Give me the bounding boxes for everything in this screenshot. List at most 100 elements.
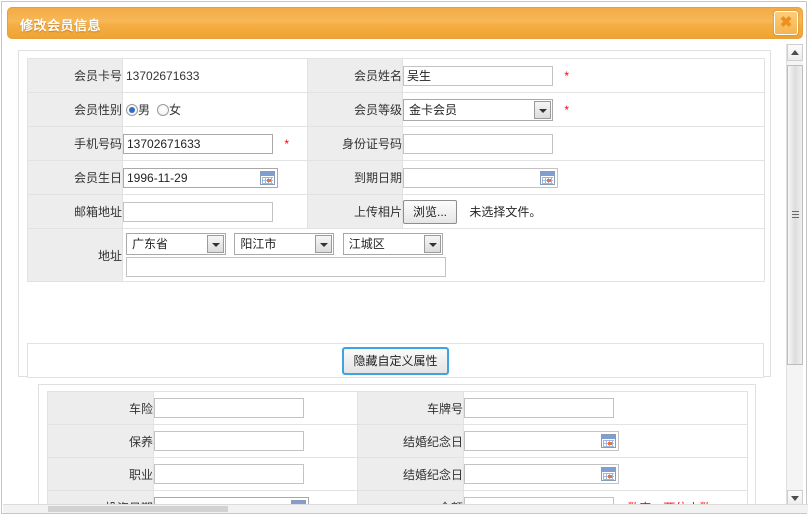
expiry-date-input[interactable] [403,167,558,188]
toggle-custom-attrs-row: 隐藏自定义属性 [27,343,764,378]
table-row: 会员生日 到期日期 [27,160,765,195]
dialog-title: 修改会员信息 [20,18,102,33]
anniversary-1-datepicker[interactable] [464,431,619,451]
calendar-icon[interactable] [540,170,555,185]
dialog-content: 会员卡号 13702671633 会员姓名 * [7,44,803,507]
chevron-down-icon[interactable] [423,234,441,253]
anniversary-2-input[interactable] [464,464,619,484]
table-row: 手机号码 * 身份证号码 [27,126,765,161]
maintenance-input[interactable] [154,431,304,451]
close-button[interactable]: ✖ [774,11,798,35]
field-label-mobile: 手机号码 [27,126,123,161]
chevron-down-icon[interactable] [315,234,333,253]
field-label-member-name: 会员姓名 [307,58,403,93]
table-row: 地址 广东省 阳江市 江城区 [27,228,765,282]
province-select[interactable]: 广东省 [126,232,226,255]
custom-label-occupation: 职业 [47,457,154,491]
city-select[interactable]: 阳江市 [234,232,335,255]
field-label-address: 地址 [27,228,123,282]
occupation-input[interactable] [154,464,304,484]
scroll-up-button[interactable] [787,44,803,61]
custom-cell-maintenance [153,424,358,458]
field-label-id-card: 身份证号码 [307,126,403,161]
radio-male[interactable] [126,104,138,116]
horizontal-scrollbar[interactable] [3,504,808,513]
close-icon: ✖ [779,14,793,31]
field-cell-card-no: 13702671633 [122,58,308,93]
custom-cell-occupation [153,457,358,491]
custom-cell-anniversary-2 [463,457,748,491]
field-label-expiry-date: 到期日期 [307,160,403,195]
field-cell-member-level: 金卡会员 * [402,92,765,127]
custom-label-plate-no: 车牌号 [357,391,464,425]
anniversary-2-datepicker[interactable] [464,464,619,484]
radio-male-label[interactable]: 男 [138,103,150,117]
email-input[interactable] [123,201,273,222]
custom-cell-plate-no [463,391,748,425]
field-label-gender: 会员性别 [27,92,123,127]
table-row: 会员卡号 13702671633 会员姓名 * [27,58,765,93]
birthday-input[interactable] [123,167,278,188]
chevron-down-icon[interactable] [534,100,551,119]
gender-radio-group: 男女 [123,103,188,117]
plate-no-input[interactable] [464,398,614,418]
birthday-datepicker[interactable] [123,167,278,188]
required-marker: * [564,68,570,83]
file-status-text: 未选择文件。 [469,205,542,219]
custom-label-anniversary-2: 结婚纪念日 [357,457,464,491]
grip-icon [792,211,799,219]
district-select[interactable]: 江城区 [342,232,443,255]
caret-down-icon [791,496,799,501]
field-label-card-no: 会员卡号 [27,58,123,93]
screen: 修改会员信息 ✖ 会员卡号 13702671633 会员姓名 吴生 * 会员性别… [0,0,808,516]
scrollbar-thumb[interactable] [787,65,803,365]
field-label-birthday: 会员生日 [27,160,123,195]
anniversary-1-input[interactable] [464,431,619,451]
custom-attrs-table: 车险 车牌号 保养 结婚纪念日 职业 结婚纪念日 [47,391,748,507]
edit-member-dialog: 修改会员信息 ✖ 会员卡号 13702671633 会员姓名 吴生 * 会员性别… [1,1,808,514]
member-level-select[interactable]: 金卡会员 [403,98,553,121]
field-cell-upload-photo: 浏览... 未选择文件。 [402,194,765,229]
scrollbar-track[interactable] [787,61,803,490]
hide-custom-attrs-button[interactable]: 隐藏自定义属性 [342,346,449,375]
id-card-input[interactable] [403,133,553,154]
field-label-member-level: 会员等级 [307,92,403,127]
field-label-email: 邮箱地址 [27,194,123,229]
field-label-upload-photo: 上传相片 [307,194,403,229]
field-cell-expiry-date [402,160,765,195]
table-row: 保养 结婚纪念日 [47,424,748,458]
card-no-value: 13702671633 [126,68,200,83]
radio-female[interactable] [157,104,170,116]
field-cell-member-name: * [402,58,765,93]
table-row: 会员性别 男女 会员等级 金卡会员 * [27,92,765,127]
vertical-scrollbar[interactable] [786,44,803,507]
dialog-titlebar: 修改会员信息 ✖ [7,7,803,39]
toggle-cell: 隐藏自定义属性 [27,343,764,378]
address-detail-input[interactable] [126,256,446,277]
custom-label-anniversary-1: 结婚纪念日 [357,424,464,458]
address-detail-wrap [123,256,764,281]
table-row: 职业 结婚纪念日 [47,457,748,491]
table-row: 邮箱地址 上传相片 浏览... 未选择文件。 [27,194,765,229]
address-selects: 广东省 阳江市 江城区 [123,230,764,257]
field-cell-mobile: * [122,126,308,161]
custom-label-car-insurance: 车险 [47,391,154,425]
field-cell-gender: 男女 [122,92,308,127]
radio-female-label[interactable]: 女 [169,103,181,117]
browse-button[interactable]: 浏览... [403,199,458,224]
calendar-icon[interactable] [601,467,616,481]
caret-up-icon [791,50,799,55]
mobile-input[interactable] [123,133,273,154]
calendar-icon[interactable] [260,170,275,185]
field-cell-id-card [402,126,765,161]
car-insurance-input[interactable] [154,398,304,418]
chevron-down-icon[interactable] [207,234,224,253]
district-value: 江城区 [348,236,385,251]
member-name-input[interactable] [403,65,553,86]
table-row: 隐藏自定义属性 [27,343,764,378]
form-scroll-area: 会员卡号 13702671633 会员姓名 * [7,44,780,507]
expiry-datepicker[interactable] [403,167,558,188]
horizontal-scrollbar-thumb[interactable] [48,506,228,512]
custom-cell-anniversary-1 [463,424,748,458]
calendar-icon[interactable] [601,434,616,448]
